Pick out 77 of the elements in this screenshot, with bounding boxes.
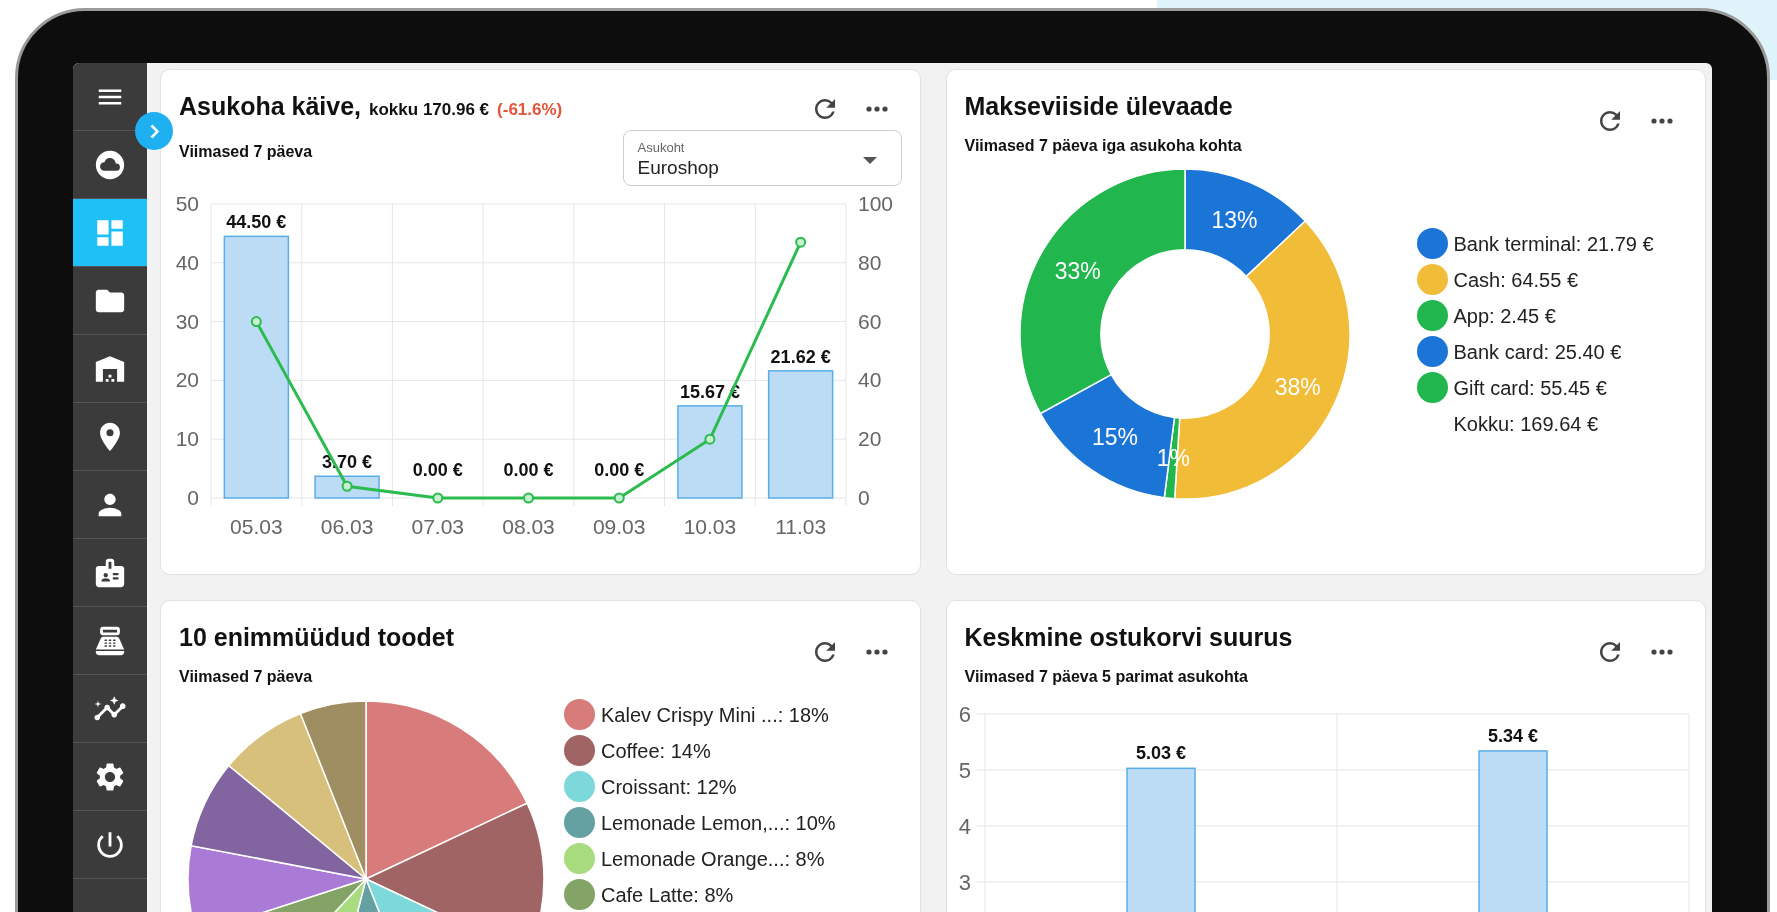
more-icon <box>865 649 888 655</box>
line-point <box>432 492 444 503</box>
legend-label: Croissant: 12% <box>601 774 737 800</box>
bar-value-label: 0.00 € <box>503 459 554 480</box>
axis-tick-label: 0 <box>858 485 870 509</box>
more-icon <box>1651 118 1673 124</box>
card-subtitle: Viimased 7 päeva <box>179 141 313 162</box>
bar-value-label: 44.50 € <box>226 211 287 232</box>
select-label: Asukoht <box>637 140 686 156</box>
axis-tick-label: 20 <box>175 367 199 391</box>
legend-label: Bank card: 25.40 € <box>1453 339 1622 365</box>
axis-tick-label: 10 <box>175 426 199 450</box>
total-text: kokku 170.96 € <box>369 99 490 121</box>
axis-tick-label: 30 <box>175 309 199 333</box>
line-point <box>613 492 625 503</box>
axis-tick-label: 40 <box>858 367 882 391</box>
axis-tick-label: 6 <box>958 702 971 727</box>
chevron-right-icon <box>149 123 159 139</box>
select-value: Euroshop <box>637 156 719 180</box>
slice-label: 1% <box>1156 444 1190 471</box>
axis-tick-label: 80 <box>858 250 882 274</box>
axis-tick-label: 5 <box>958 757 971 783</box>
axis-category-label: 08.03 <box>502 514 555 538</box>
axis-tick-label: 0 <box>187 485 199 509</box>
legend-label: Bank terminal: 21.79 € <box>1453 231 1654 257</box>
bar-value-label: 21.62 € <box>770 346 831 367</box>
legend-label: Lemonade Lemon,...: 10% <box>601 810 836 836</box>
axis-category-label: 05.03 <box>230 514 283 538</box>
dropdown-caret-icon <box>862 156 877 164</box>
legend-total: Kokku: 169.64 € <box>1453 411 1599 437</box>
axis-category-label: 07.03 <box>411 514 465 538</box>
line-point <box>523 492 534 503</box>
axis-tick-label: 20 <box>858 426 882 450</box>
legend-label: Kalev Crispy Mini ...: 18% <box>601 702 829 728</box>
axis-tick-label: 3 <box>958 869 971 895</box>
card-title: Asukoha käive, <box>179 91 362 122</box>
axis-tick-label: 40 <box>175 250 199 274</box>
card-title: Makseviiside ülevaade <box>964 91 1233 122</box>
legend-label: Cash: 64.55 € <box>1453 267 1579 293</box>
more-button[interactable] <box>865 649 888 655</box>
more-button[interactable] <box>1651 649 1673 655</box>
slice-label: 13% <box>1210 206 1257 233</box>
more-button[interactable] <box>1651 118 1673 124</box>
card-subtitle: Viimased 7 päeva <box>179 666 314 687</box>
slice-label: 33% <box>1054 257 1101 284</box>
bar-value-label: 5.03 € <box>1135 742 1186 763</box>
axis-category-label: 10.03 <box>683 514 737 538</box>
axis-category-label: 11.03 <box>775 514 827 538</box>
line-point <box>341 480 353 492</box>
slice-label: 15% <box>1091 423 1138 450</box>
card-subtitle: Viimased 7 päeva 5 parimat asukohta <box>964 666 1249 687</box>
more-icon <box>1651 649 1673 655</box>
slice-label: 38% <box>1274 373 1321 400</box>
axis-tick-label: 100 <box>858 191 894 215</box>
axis-category-label: 06.03 <box>320 514 374 538</box>
axis-tick-label: 4 <box>958 813 971 839</box>
legend-label: Lemonade Orange...: 8% <box>601 846 825 872</box>
line-point <box>250 315 262 327</box>
legend-label: Cafe Latte: 8% <box>601 882 734 908</box>
axis-tick-label: 50 <box>175 191 199 215</box>
card-title: 10 enimmüüdud toodet <box>179 622 454 653</box>
card-subtitle: Viimased 7 päeva iga asukoha kohta <box>964 135 1242 156</box>
more-button[interactable] <box>865 106 888 112</box>
bar-value-label: 0.00 € <box>412 459 463 480</box>
line-point <box>795 236 807 248</box>
legend-label: Gift card: 55.45 € <box>1453 375 1607 401</box>
bar-value-label: 0.00 € <box>594 459 645 480</box>
change-text: (-61.6%) <box>497 99 563 121</box>
bar-value-label: 5.34 € <box>1487 725 1538 746</box>
legend-label: App: 2.45 € <box>1453 303 1556 329</box>
axis-tick-label: 60 <box>858 309 882 333</box>
axis-category-label: 09.03 <box>592 514 646 538</box>
location-select[interactable]: Asukoht Euroshop <box>622 129 902 186</box>
more-icon <box>865 106 888 112</box>
line-point <box>704 433 716 445</box>
card-title: Keskmine ostukorvi suurus <box>964 622 1293 653</box>
legend-label: Coffee: 14% <box>601 738 711 764</box>
